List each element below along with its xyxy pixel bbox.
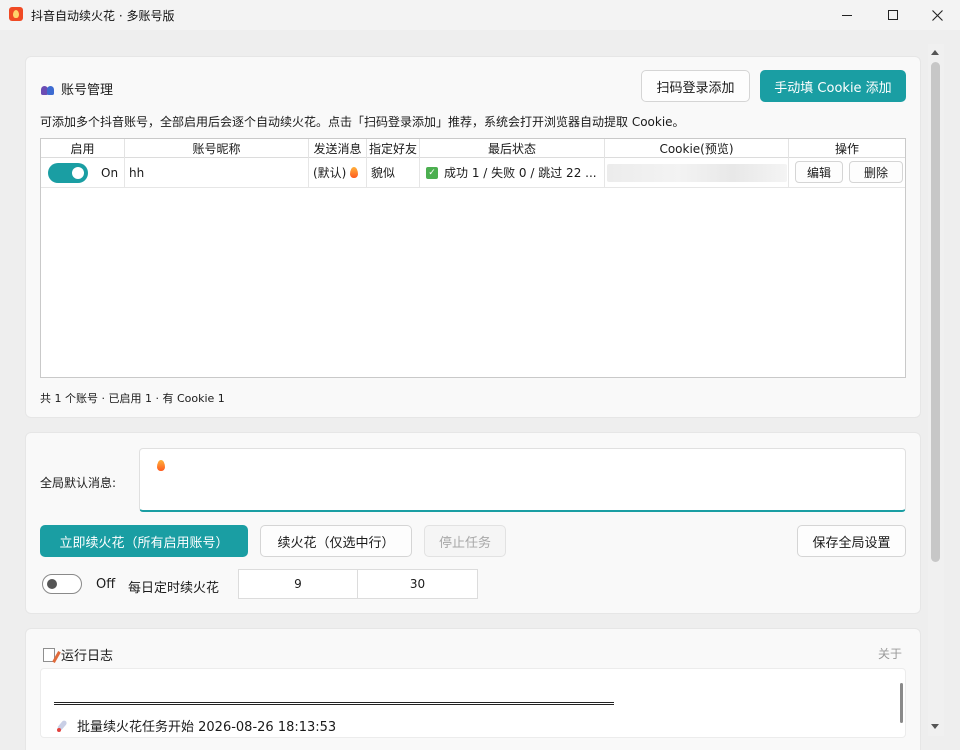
schedule-label: 每日定时续火花 [128,581,220,596]
about-link[interactable]: 关于 [878,645,902,662]
minimize-button[interactable] [824,0,870,30]
check-icon: ✓ [426,166,438,179]
title-bar: 抖音自动续火花 · 多账号版 [0,0,960,30]
enabled-state-label: On [101,165,119,180]
accounts-heading: 账号管理 [41,79,113,98]
col-cookie-preview[interactable]: Cookie(预览) [605,139,789,158]
schedule-toggle[interactable] [42,574,82,594]
schedule-minute-input[interactable]: 30 [357,569,478,599]
col-last-status[interactable]: 最后状态 [420,139,605,158]
edit-button[interactable]: 编辑 [795,161,843,183]
nickname-cell: hh [125,158,309,187]
fire-icon [157,460,165,471]
memo-icon [43,647,55,662]
scroll-down-icon[interactable] [931,724,939,729]
window-title: 抖音自动续火花 · 多账号版 [31,9,175,23]
log-entry-text: 批量续火花任务开始 2026-08-26 18:13:53 [77,720,337,735]
vertical-scrollbar[interactable] [928,44,944,736]
qr-login-add-button[interactable]: 扫码登录添加 [641,70,750,102]
col-message[interactable]: 发送消息 [309,139,367,158]
log-entry: 批量续火花任务开始 2026-08-26 18:13:53 [57,716,336,735]
enabled-cell: On [41,158,125,187]
fire-icon [350,167,359,178]
global-message-label: 全局默认消息: [40,476,117,490]
log-divider [54,702,614,705]
friend-cell: 貌似 [367,158,420,187]
manual-cookie-add-button[interactable]: 手动填 Cookie 添加 [760,70,906,102]
maximize-icon [888,10,898,20]
global-message-input[interactable] [139,448,906,512]
accounts-summary: 共 1 个账号 · 已启用 1 · 有 Cookie 1 [40,392,225,405]
cookie-preview-redacted [607,163,787,182]
run-selected-button[interactable]: 续火花（仅选中行） [260,525,412,557]
users-icon [41,83,55,95]
account-enabled-toggle[interactable] [48,162,88,183]
app-logo-icon [9,7,23,21]
message-value: (默认) [313,166,347,180]
table-row[interactable]: On hh (默认) 貌似 ✓ 成功 1 / 失败 0 / 跳过 22 ... … [41,158,905,188]
col-actions: 操作 [834,142,859,156]
close-button[interactable] [914,0,960,30]
schedule-toggle-label: Off [96,577,116,592]
save-global-settings-button[interactable]: 保存全局设置 [797,525,906,557]
delete-button[interactable]: 删除 [849,161,903,183]
minimize-icon [842,14,852,16]
rocket-icon [57,720,69,732]
message-cell: (默认) [309,158,367,187]
accounts-table: 启用 账号昵称 发送消息 指定好友 最后状态 Cookie(预览) 操作 On … [40,138,906,378]
accounts-hint: 可添加多个抖音账号，全部启用后会逐个自动续火花。点击「扫码登录添加」推荐，系统会… [40,115,685,129]
schedule-hour-input[interactable]: 9 [238,569,358,599]
col-friend[interactable]: 指定好友 [367,139,420,158]
col-enabled[interactable]: 启用 [41,139,125,158]
close-icon [931,9,943,21]
log-heading: 运行日志 [43,645,113,664]
maximize-button[interactable] [870,0,916,30]
log-title: 运行日志 [61,649,114,664]
scroll-up-icon[interactable] [931,50,939,55]
accounts-title: 账号管理 [61,83,114,98]
run-all-accounts-button[interactable]: 立即续火花（所有启用账号） [40,525,248,557]
status-text: 成功 1 / 失败 0 / 跳过 22 ... [444,166,597,180]
col-nickname[interactable]: 账号昵称 [125,139,309,158]
cookie-preview-cell [605,158,789,187]
stop-task-button[interactable]: 停止任务 [424,525,506,557]
actions-cell: 编辑 删除 [789,158,905,187]
log-scrollbar[interactable] [900,683,903,723]
table-header: 启用 账号昵称 发送消息 指定好友 最后状态 Cookie(预览) 操作 [41,139,905,158]
log-output[interactable]: 批量续火花任务开始 2026-08-26 18:13:53 [40,668,906,738]
status-cell: ✓ 成功 1 / 失败 0 / 跳过 22 ... [420,158,605,187]
scrollbar-thumb[interactable] [931,62,940,562]
